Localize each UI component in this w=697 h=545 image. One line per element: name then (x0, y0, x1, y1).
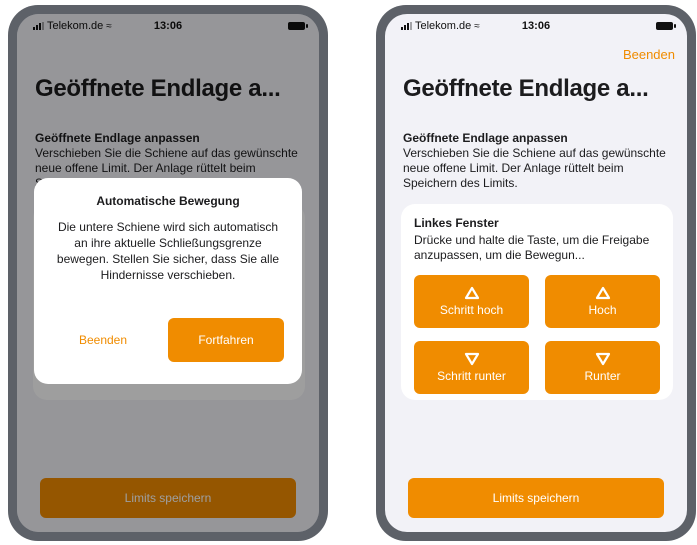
dialog-cancel-button[interactable]: Beenden (58, 333, 148, 347)
down-button[interactable]: Runter (545, 341, 660, 394)
step-down-button[interactable]: Schritt runter (414, 341, 529, 394)
dialog-continue-button[interactable]: Fortfahren (168, 318, 284, 362)
save-limits-button[interactable]: Limits speichern (408, 478, 664, 518)
triangle-down-icon (464, 352, 479, 366)
card-title: Linkes Fenster (414, 216, 499, 230)
step-up-button[interactable]: Schritt hoch (414, 275, 529, 328)
clock: 13:06 (521, 20, 551, 32)
triangle-up-icon (464, 286, 479, 300)
dialog-message: Die untere Schiene wird sich automatisch… (56, 220, 280, 282)
section-text: Verschieben Sie die Schiene auf das gewü… (403, 146, 666, 190)
battery-icon (656, 22, 676, 30)
window-control-card: Linkes Fenster Drücke und halte die Tast… (401, 204, 673, 400)
screen-left: Telekom.de ≈ 13:06 Geöffnete Endlage a..… (17, 14, 319, 532)
phone-frame-right: Telekom.de ≈ 13:06 Beenden Geöffnete End… (376, 5, 696, 541)
section-heading: Geöffnete Endlage anpassen (403, 131, 568, 145)
up-label: Hoch (588, 303, 617, 317)
finish-button[interactable]: Beenden (623, 47, 675, 62)
step-down-label: Schritt runter (437, 369, 506, 383)
up-button[interactable]: Hoch (545, 275, 660, 328)
triangle-up-icon (595, 286, 610, 300)
phone-frame-left: Telekom.de ≈ 13:06 Geöffnete Endlage a..… (8, 5, 328, 541)
step-up-label: Schritt hoch (439, 303, 504, 317)
triangle-down-icon (595, 352, 610, 366)
card-instructions: Drücke und halte die Taste, um die Freig… (414, 233, 650, 262)
auto-movement-dialog: Automatische Bewegung Die untere Schiene… (34, 178, 302, 384)
section-description: Geöffnete Endlage anpassen Verschieben S… (403, 131, 673, 191)
page-title: Geöffnete Endlage a... (403, 75, 649, 102)
down-label: Runter (584, 369, 621, 383)
status-bar: Telekom.de ≈ 13:06 (385, 14, 687, 40)
dialog-title: Automatische Bewegung (96, 194, 240, 208)
screen-right: Telekom.de ≈ 13:06 Beenden Geöffnete End… (385, 14, 687, 532)
